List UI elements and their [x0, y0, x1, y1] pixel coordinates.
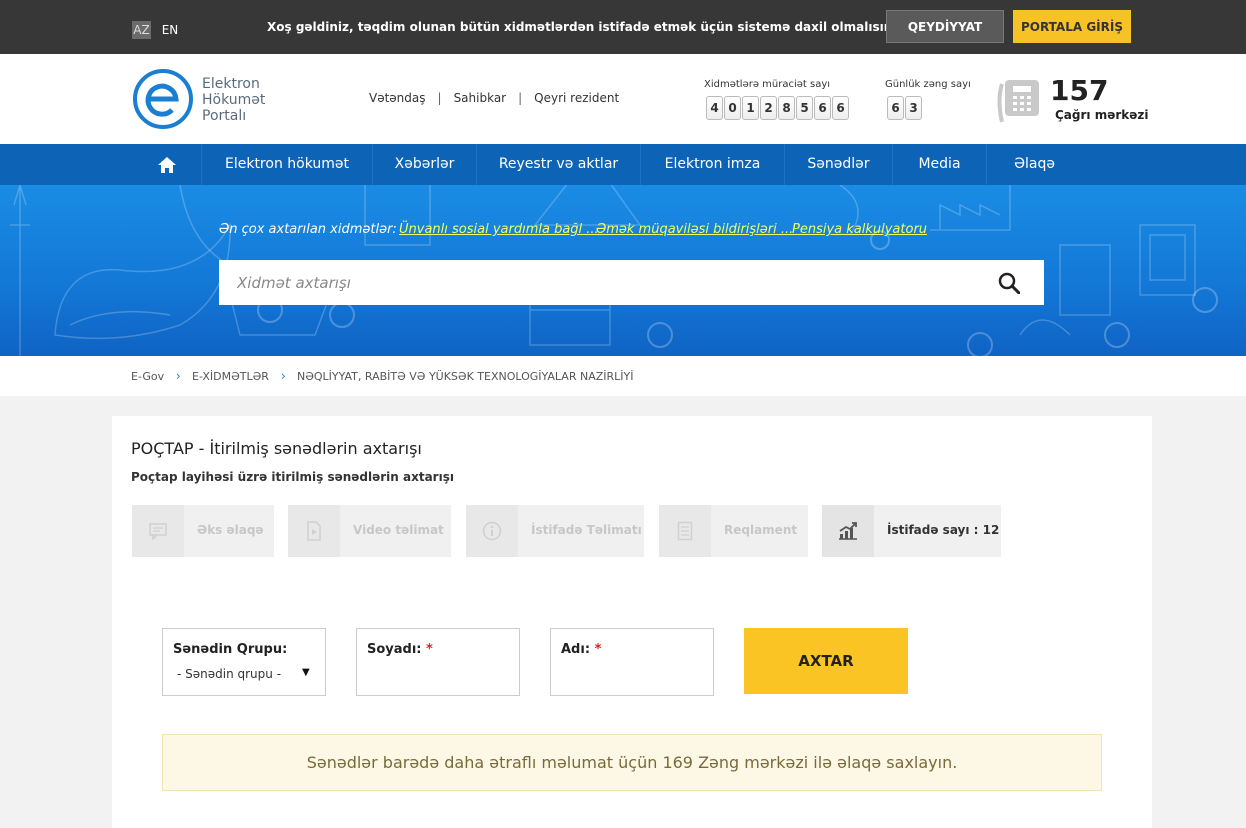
- required-mark: *: [426, 642, 433, 657]
- lang-az[interactable]: AZ: [132, 21, 151, 39]
- divider: |: [437, 91, 442, 105]
- search-hero: Ən çox axtarılan xidmətlər: Ünvanlı sosi…: [0, 185, 1246, 356]
- counter-digit: 5: [796, 96, 813, 120]
- tile-label: Əks əlaqə: [197, 523, 264, 537]
- counter-digit: 8: [778, 96, 795, 120]
- tile-user-guide[interactable]: İstifadə Təlimatı: [466, 505, 644, 557]
- breadcrumb-ministry[interactable]: NƏQLİYYAT, RABİTƏ VƏ YÜKSƏK TEXNOLOGİYAL…: [297, 370, 634, 383]
- tile-label: Reqlament: [724, 523, 798, 537]
- surname-input[interactable]: [367, 667, 507, 687]
- field-label-text: Adı:: [561, 642, 591, 657]
- top-bar: AZ EN Xoş gəldiniz, təqdim olunan bütün …: [0, 0, 1246, 54]
- tile-regulation[interactable]: Reqlament: [659, 505, 808, 557]
- link-citizen[interactable]: Vətəndaş: [369, 91, 426, 105]
- service-counter: 4 0 1 2 8 5 6 6: [706, 96, 849, 120]
- counter-digit: 0: [724, 96, 741, 120]
- search-submit-button[interactable]: AXTAR: [744, 628, 908, 694]
- logo-line: Elektron: [202, 76, 260, 92]
- counter-digit: 1: [742, 96, 759, 120]
- call-counter-label: Günlük zəng sayı: [885, 79, 971, 90]
- search-icon[interactable]: [998, 272, 1020, 294]
- call-counter: 6 3: [887, 96, 922, 120]
- logo-line: Portalı: [202, 108, 247, 124]
- welcome-message: Xoş gəldiniz, təqdim olunan bütün xidmət…: [267, 20, 904, 34]
- field-label: Sənədin Qrupu:: [173, 642, 288, 657]
- page-title: POÇTAP - İtirilmiş sənədlərin axtarışı: [131, 439, 422, 458]
- service-search-input[interactable]: [219, 260, 979, 305]
- user-type-nav: Vətəndaş | Sahibkar | Qeyri rezident: [369, 91, 619, 105]
- nav-item-media[interactable]: Media: [893, 144, 986, 185]
- tile-label: Video təlimat: [353, 523, 444, 537]
- usage-count-label: İstifadə sayı : 12: [887, 523, 1000, 537]
- site-header: Elektron Hökumət Portalı Vətəndaş | Sahibk…: [0, 54, 1246, 144]
- call-center-number[interactable]: 157: [1050, 76, 1108, 106]
- chevron-right-icon: ›: [281, 369, 286, 383]
- popular-link-labor-contract[interactable]: Əmək müqaviləsi bildirişləri ...: [596, 222, 793, 237]
- divider: |: [518, 91, 523, 105]
- nav-item-contact[interactable]: Əlaqə: [987, 144, 1082, 185]
- tile-feedback[interactable]: Əks əlaqə: [132, 505, 274, 557]
- nav-item-documents[interactable]: Sənədlər: [785, 144, 892, 185]
- popular-link-pension-calculator[interactable]: Pensiya kalkulyatoru: [792, 222, 927, 237]
- video-icon: [288, 505, 340, 557]
- counter-digit: 4: [706, 96, 723, 120]
- field-label: Soyadı: *: [367, 642, 433, 657]
- service-search-box: [219, 260, 1044, 305]
- tile-label: İstifadə Təlimatı: [531, 523, 642, 537]
- select-value[interactable]: - Sənədin qrupu -: [177, 667, 281, 681]
- counter-digit: 3: [905, 96, 922, 120]
- nav-item-egov[interactable]: Elektron hökumət: [202, 144, 372, 185]
- link-nonresident[interactable]: Qeyri rezident: [534, 91, 619, 105]
- document-group-select[interactable]: Sənədin Qrupu: - Sənədin qrupu - ▼: [162, 628, 326, 696]
- counter-digit: 6: [887, 96, 904, 120]
- name-input[interactable]: [561, 667, 701, 687]
- breadcrumb-eservices[interactable]: E-XİDMƏTLƏR: [192, 370, 269, 383]
- field-label-text: Soyadı:: [367, 642, 422, 657]
- field-label: Adı: *: [561, 642, 601, 657]
- counter-digit: 2: [760, 96, 777, 120]
- portal-login-button[interactable]: PORTALA GİRİŞ: [1013, 10, 1131, 43]
- feedback-icon: [132, 505, 184, 557]
- link-entrepreneur[interactable]: Sahibkar: [454, 91, 507, 105]
- call-center-label: Çağrı mərkəzi: [1055, 108, 1149, 122]
- logo-text[interactable]: Elektron Hökumət Portalı: [202, 76, 265, 124]
- surname-field: Soyadı: *: [356, 628, 520, 696]
- breadcrumb-home[interactable]: E-Gov: [131, 370, 164, 383]
- service-counter-label: Xidmətlərə müraciət sayı: [704, 79, 831, 90]
- main-nav: Elektron hökumət Xəbərlər Reyestr və akt…: [0, 144, 1246, 185]
- page-subtitle: Poçtap layihəsi üzrə itirilmiş sənədləri…: [131, 470, 454, 484]
- register-button[interactable]: QEYDİYYAT: [886, 10, 1004, 43]
- nav-item-registry[interactable]: Reyestr və aktlar: [477, 144, 640, 185]
- counter-digit: 6: [832, 96, 849, 120]
- home-button[interactable]: [133, 144, 201, 185]
- document-icon: [659, 505, 711, 557]
- nav-item-esignature[interactable]: Elektron imza: [641, 144, 784, 185]
- name-field: Adı: *: [550, 628, 714, 696]
- tile-usage-count: İstifadə sayı : 12: [822, 505, 1001, 557]
- chevron-right-icon: ›: [176, 369, 181, 383]
- popular-link-social-aid[interactable]: Ünvanlı sosial yardımla bağl ...: [399, 222, 599, 237]
- logo-line: Hökumət: [202, 92, 266, 108]
- chart-growth-icon: [822, 505, 874, 557]
- phone-icon: [997, 80, 1039, 123]
- lang-en[interactable]: EN: [160, 21, 180, 39]
- nav-item-news[interactable]: Xəbərlər: [373, 144, 476, 185]
- caret-down-icon: ▼: [302, 667, 310, 678]
- required-mark: *: [594, 642, 602, 657]
- info-notice: Sənədlər barədə daha ətraflı məlumat üçü…: [162, 734, 1102, 791]
- breadcrumb: E-Gov › E-XİDMƏTLƏR › NƏQLİYYAT, RABİTƏ …: [0, 356, 1246, 396]
- popular-services-label: Ən çox axtarılan xidmətlər:: [219, 222, 397, 237]
- egov-logo-icon[interactable]: [132, 67, 194, 131]
- tile-video-guide[interactable]: Video təlimat: [288, 505, 451, 557]
- home-icon: [158, 157, 176, 173]
- info-icon: [466, 505, 518, 557]
- counter-digit: 6: [814, 96, 831, 120]
